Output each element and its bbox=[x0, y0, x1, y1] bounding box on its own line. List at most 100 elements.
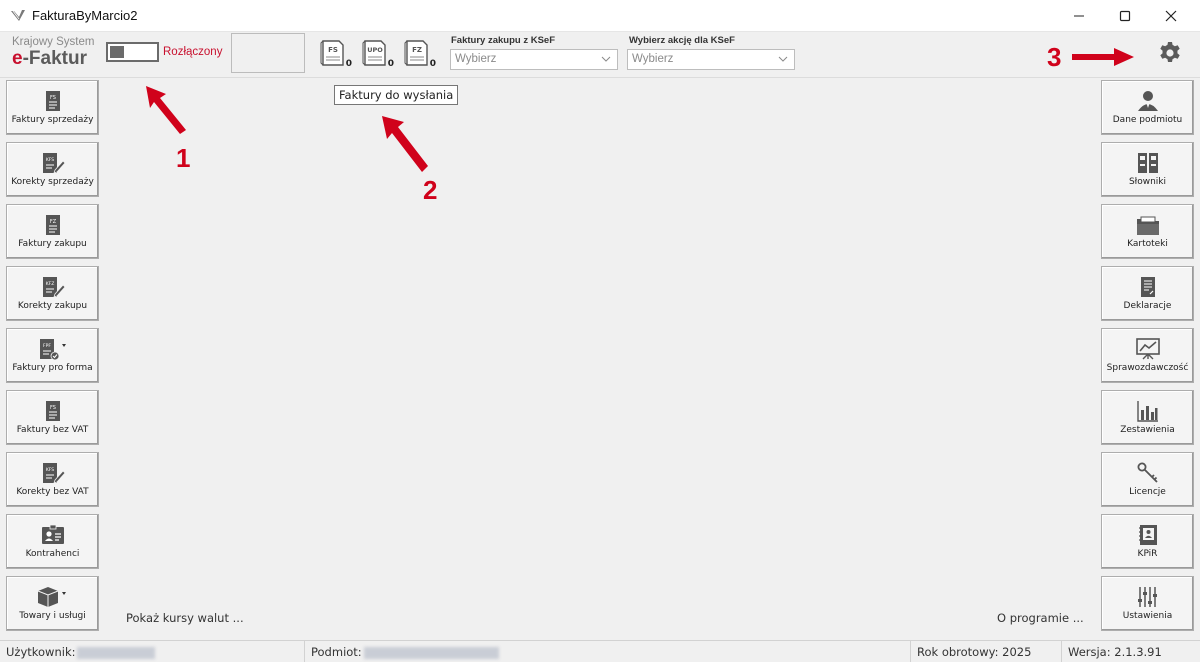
settings-button[interactable]: Ustawienia bbox=[1101, 576, 1194, 631]
licenses-button[interactable]: Licencje bbox=[1101, 452, 1194, 507]
declarations-label: Deklaracje bbox=[1123, 301, 1172, 311]
declaration-icon bbox=[1140, 277, 1155, 297]
purchase-invoices-button[interactable]: FZ Faktury zakupu bbox=[6, 204, 99, 259]
key-icon bbox=[1137, 462, 1158, 483]
chevron-down-icon bbox=[601, 56, 611, 62]
ksef-toolbar: Krajowy System e-Faktur Rozłączony FS 0 … bbox=[0, 32, 1200, 78]
bar-chart-icon bbox=[1136, 401, 1158, 422]
no-vat-document-icon: FS bbox=[45, 401, 60, 421]
summaries-button[interactable]: Zestawienia bbox=[1101, 390, 1194, 445]
connection-toggle[interactable] bbox=[106, 42, 159, 62]
sales-corrections-label: Korekty sprzedaży bbox=[11, 177, 94, 187]
annotation-arrow-2 bbox=[382, 116, 428, 172]
sales-invoices-button[interactable]: FS Faktury sprzedaży bbox=[6, 80, 99, 135]
no-vat-invoices-label: Faktury bez VAT bbox=[16, 425, 89, 435]
package-icon bbox=[37, 587, 66, 607]
dictionaries-label: Słowniki bbox=[1128, 177, 1167, 187]
person-icon bbox=[1137, 91, 1158, 111]
svg-text:FS: FS bbox=[50, 95, 56, 101]
records-button[interactable]: Kartoteki bbox=[1101, 204, 1194, 259]
minimize-button[interactable] bbox=[1056, 0, 1102, 32]
purchase-ksef-select[interactable]: Wybierz bbox=[450, 49, 618, 70]
upo-count: 0 bbox=[387, 59, 394, 69]
svg-text:KFS: KFS bbox=[45, 157, 53, 163]
proforma-icon: FPF bbox=[39, 339, 66, 360]
svg-text:FS: FS bbox=[328, 46, 338, 54]
entity-data-label: Dane podmiotu bbox=[1112, 115, 1183, 125]
fs-counter-button[interactable]: FS 0 bbox=[320, 39, 352, 69]
invoices-to-send-tooltip: Faktury do wysłania bbox=[334, 85, 459, 105]
ksef-action-value: Wybierz bbox=[632, 53, 674, 65]
dictionaries-button[interactable]: Słowniki bbox=[1101, 142, 1194, 197]
sales-invoices-label: Faktury sprzedaży bbox=[11, 115, 94, 125]
fs-document-icon: FS bbox=[45, 91, 60, 111]
reporting-label: Sprawozdawczość bbox=[1106, 363, 1189, 373]
show-exchange-rates-link[interactable]: Pokaż kursy walut ... bbox=[126, 611, 244, 625]
summaries-label: Zestawienia bbox=[1120, 425, 1175, 435]
fs-document-icon: FS bbox=[320, 40, 344, 66]
no-vat-correction-icon: KFS bbox=[42, 463, 65, 484]
logo-rest: -Faktur bbox=[22, 48, 87, 69]
upo-document-icon: UPO bbox=[362, 40, 386, 66]
fiscal-year: Rok obrotowy: 2025 bbox=[911, 641, 1062, 662]
ksef-action-select[interactable]: Wybierz bbox=[627, 49, 795, 70]
kpir-button[interactable]: KPiR bbox=[1101, 514, 1194, 569]
no-vat-corrections-button[interactable]: KFS Korekty bez VAT bbox=[6, 452, 99, 507]
no-vat-corrections-label: Korekty bez VAT bbox=[16, 487, 89, 497]
about-program-link[interactable]: O programie ... bbox=[997, 611, 1084, 625]
purchase-ksef-value: Wybierz bbox=[455, 53, 497, 65]
gear-icon[interactable] bbox=[1158, 41, 1182, 65]
annotation-label-1: 1 bbox=[176, 143, 191, 173]
purchase-corrections-button[interactable]: KFZ Korekty zakupu bbox=[6, 266, 99, 321]
purchase-corrections-label: Korekty zakupu bbox=[17, 301, 88, 311]
redacted-entity bbox=[363, 646, 499, 659]
proforma-invoices-button[interactable]: FPF Faktury pro forma bbox=[6, 328, 99, 383]
maximize-icon bbox=[1119, 10, 1131, 22]
no-vat-invoices-button[interactable]: FS Faktury bez VAT bbox=[6, 390, 99, 445]
fs-count: 0 bbox=[345, 59, 352, 69]
contact-card-icon bbox=[41, 524, 64, 544]
close-button[interactable] bbox=[1148, 0, 1194, 32]
sales-corrections-button[interactable]: KFS Korekty sprzedaży bbox=[6, 142, 99, 197]
annotation-label-2: 2 bbox=[423, 175, 438, 205]
ledger-book-icon bbox=[1138, 525, 1157, 545]
ksef-logo: Krajowy System e-Faktur bbox=[12, 36, 100, 74]
binders-icon bbox=[1137, 153, 1158, 173]
goods-services-label: Towary i usługi bbox=[19, 611, 86, 621]
goods-services-button[interactable]: Towary i usługi bbox=[6, 576, 99, 631]
reporting-button[interactable]: Sprawozdawczość bbox=[1101, 328, 1194, 383]
svg-text:KFZ: KFZ bbox=[45, 281, 54, 287]
status-bar: Użytkownik: Podmiot: Rok obrotowy: 2025 … bbox=[0, 640, 1200, 662]
licenses-label: Licencje bbox=[1129, 487, 1166, 497]
annotation-label-3: 3 bbox=[1047, 42, 1062, 72]
window-title: FakturaByMarcio2 bbox=[32, 8, 138, 23]
maximize-button[interactable] bbox=[1102, 0, 1148, 32]
logo-e: e bbox=[12, 48, 23, 69]
minimize-icon bbox=[1074, 15, 1084, 17]
contractors-button[interactable]: Kontrahenci bbox=[6, 514, 99, 569]
redacted-user bbox=[77, 646, 156, 659]
connection-status: Rozłączony bbox=[163, 46, 223, 58]
contractors-label: Kontrahenci bbox=[25, 549, 80, 559]
sales-correction-icon: KFS bbox=[42, 153, 65, 174]
svg-text:FS: FS bbox=[50, 405, 56, 411]
purchase-invoices-label: Faktury zakupu bbox=[18, 239, 87, 249]
fz-document-icon: FZ bbox=[404, 40, 428, 66]
fz-document-icon: FZ bbox=[45, 215, 60, 235]
upo-counter-button[interactable]: UPO 0 bbox=[362, 39, 394, 69]
purchase-ksef-label: Faktury zakupu z KSeF bbox=[451, 35, 555, 46]
version: Wersja: 2.1.3.91 bbox=[1068, 645, 1162, 659]
title-bar: FakturaByMarcio2 bbox=[0, 0, 1200, 32]
purchase-correction-icon: KFZ bbox=[42, 277, 65, 298]
declarations-button[interactable]: Deklaracje bbox=[1101, 266, 1194, 321]
fz-count: 0 bbox=[429, 59, 436, 69]
records-label: Kartoteki bbox=[1127, 239, 1168, 249]
svg-text:UPO: UPO bbox=[367, 46, 383, 54]
proforma-invoices-label: Faktury pro forma bbox=[12, 363, 93, 373]
folder-icon bbox=[1136, 216, 1159, 235]
entity-data-button[interactable]: Dane podmiotu bbox=[1101, 80, 1194, 135]
settings-label: Ustawienia bbox=[1122, 611, 1173, 621]
user-label: Użytkownik: bbox=[6, 645, 76, 659]
kpir-label: KPiR bbox=[1137, 549, 1158, 559]
fz-counter-button[interactable]: FZ 0 bbox=[404, 39, 436, 69]
